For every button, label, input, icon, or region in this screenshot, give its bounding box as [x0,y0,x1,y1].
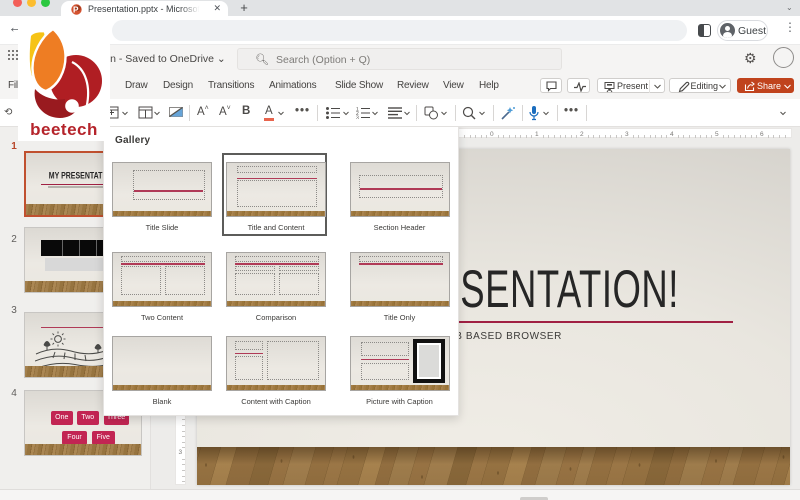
svg-text:P: P [73,5,79,14]
svg-text:3: 3 [356,116,359,120]
